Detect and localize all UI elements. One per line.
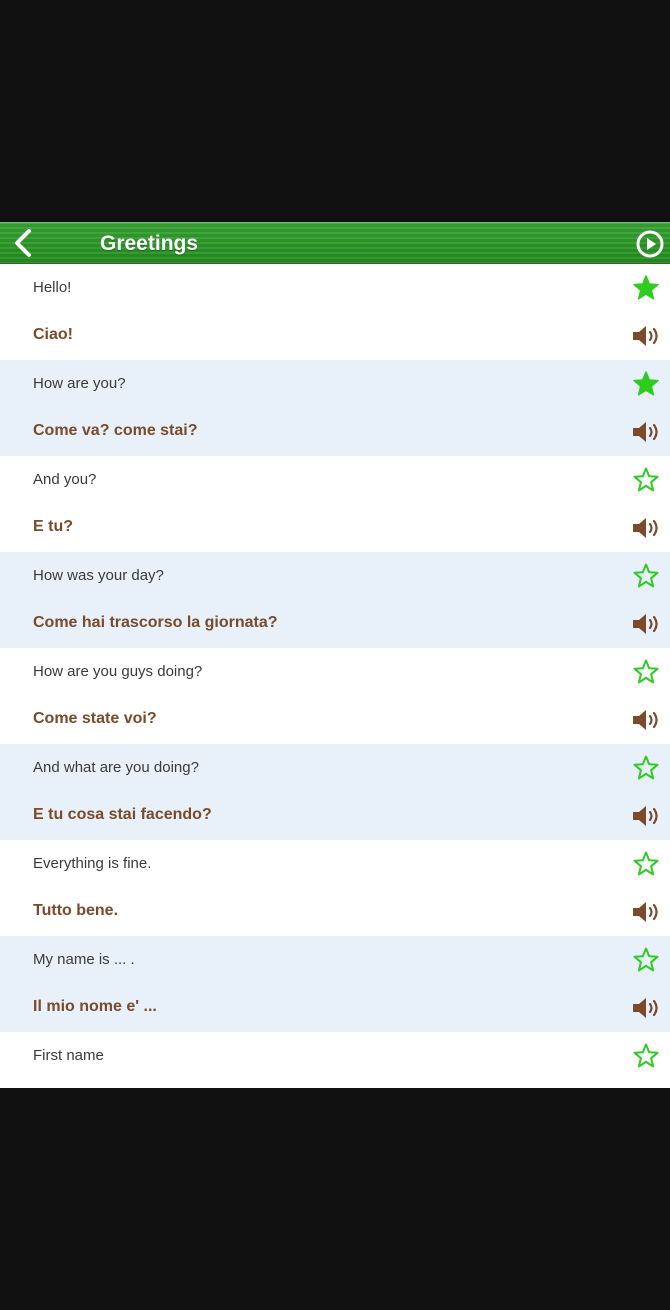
phrase-item: My name is ... . Il mio nome e' ... <box>0 936 670 1032</box>
translation-row[interactable]: Ciao! <box>0 312 670 360</box>
phrase-item: Hello! Ciao! <box>0 264 670 360</box>
speaker-icon[interactable] <box>631 707 661 733</box>
translation-row[interactable]: Tutto bene. <box>0 888 670 936</box>
star-outline-icon[interactable] <box>632 754 660 782</box>
phrase-item: Everything is fine. Tutto bene. <box>0 840 670 936</box>
translation-row[interactable]: E tu? <box>0 504 670 552</box>
star-outline-icon[interactable] <box>632 562 660 590</box>
phrase-italian: Come va? come stai? <box>33 422 198 439</box>
phrase-row[interactable]: My name is ... . <box>0 936 670 984</box>
phrase-item: First name <box>0 1032 670 1088</box>
phrase-row[interactable]: Everything is fine. <box>0 840 670 888</box>
translation-row[interactable]: Come state voi? <box>0 696 670 744</box>
speaker-icon[interactable] <box>631 611 661 637</box>
phrase-italian: E tu? <box>33 518 73 535</box>
phrase-english: How are you? <box>33 375 126 392</box>
translation-row[interactable]: Come hai trascorso la giornata? <box>0 600 670 648</box>
phrase-item: And you? E tu? <box>0 456 670 552</box>
phrase-row[interactable]: And what are you doing? <box>0 744 670 792</box>
phrase-italian: Tutto bene. <box>33 902 119 919</box>
phrase-item: How was your day? Come hai trascorso la g… <box>0 552 670 648</box>
phrase-english: How are you guys doing? <box>33 663 203 680</box>
chevron-left-icon <box>15 229 31 257</box>
phrase-italian: Il mio nome e' ... <box>33 998 157 1015</box>
phrase-english: My name is ... . <box>33 951 135 968</box>
phrase-english: How was your day? <box>33 567 164 584</box>
speaker-icon[interactable] <box>631 995 661 1021</box>
page-title: Greetings <box>100 232 199 255</box>
top-letterbox <box>0 0 670 222</box>
bottom-letterbox <box>0 1088 670 1310</box>
phrase-italian: E tu cosa stai facendo? <box>33 806 212 823</box>
star-outline-icon[interactable] <box>632 946 660 974</box>
back-button[interactable] <box>8 228 38 258</box>
phrase-english: And you? <box>33 471 97 488</box>
phrase-row[interactable]: How are you guys doing? <box>0 648 670 696</box>
play-circle-icon <box>636 230 664 258</box>
speaker-icon[interactable] <box>631 323 661 349</box>
navigation-bar: Greetings <box>0 222 670 264</box>
phrase-italian: Come hai trascorso la giornata? <box>33 614 278 631</box>
phrase-row[interactable]: And you? <box>0 456 670 504</box>
phrase-item: How are you? Come va? come stai? <box>0 360 670 456</box>
speaker-icon[interactable] <box>631 803 661 829</box>
phrase-row[interactable]: Hello! <box>0 264 670 312</box>
phrase-english: And what are you doing? <box>33 759 199 776</box>
phrase-item: And what are you doing? E tu cosa stai fa… <box>0 744 670 840</box>
speaker-icon[interactable] <box>631 515 661 541</box>
speaker-icon[interactable] <box>631 899 661 925</box>
phrase-row[interactable]: How was your day? <box>0 552 670 600</box>
phrase-italian: Come state voi? <box>33 710 157 727</box>
star-outline-icon[interactable] <box>632 658 660 686</box>
star-filled-icon[interactable] <box>632 274 660 302</box>
translation-row[interactable]: E tu cosa stai facendo? <box>0 792 670 840</box>
phrase-english: Hello! <box>33 279 72 296</box>
translation-row[interactable]: Come va? come stai? <box>0 408 670 456</box>
phrase-list: Hello! Ciao! How are you? Come va? come sta… <box>0 264 670 1088</box>
translation-row[interactable]: Il mio nome e' ... <box>0 984 670 1032</box>
phrase-english: Everything is fine. <box>33 855 152 872</box>
star-outline-icon[interactable] <box>632 850 660 878</box>
star-filled-icon[interactable] <box>632 370 660 398</box>
star-outline-icon[interactable] <box>632 1042 660 1070</box>
phrase-italian: Ciao! <box>33 326 73 343</box>
phrase-item: How are you guys doing? Come state voi? <box>0 648 670 744</box>
play-all-button[interactable] <box>636 230 664 258</box>
speaker-icon[interactable] <box>631 419 661 445</box>
phrase-english: First name <box>33 1047 104 1064</box>
phrase-row[interactable]: How are you? <box>0 360 670 408</box>
star-outline-icon[interactable] <box>632 466 660 494</box>
phrase-row[interactable]: First name <box>0 1032 670 1080</box>
